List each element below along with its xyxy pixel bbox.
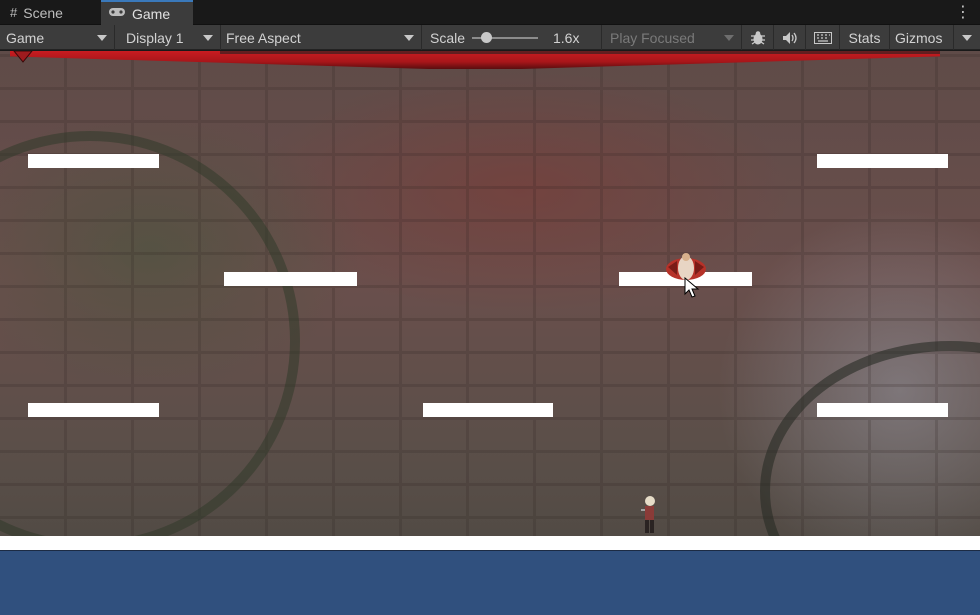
bug-button[interactable] bbox=[742, 25, 774, 50]
scale-control: Scale 1.6x bbox=[422, 25, 602, 50]
keyboard-button[interactable] bbox=[806, 25, 840, 50]
tab-game[interactable]: Game bbox=[101, 0, 193, 25]
platform bbox=[224, 272, 357, 286]
platform bbox=[28, 154, 159, 168]
play-mode-dropdown[interactable]: Play Focused bbox=[602, 25, 742, 50]
display-mode-label: Game bbox=[6, 29, 45, 46]
aspect-label: Free Aspect bbox=[226, 29, 301, 46]
platform bbox=[817, 154, 948, 168]
health-bar-outline bbox=[220, 51, 940, 54]
stats-button[interactable]: Stats bbox=[840, 25, 890, 50]
ground-platform bbox=[0, 536, 980, 550]
chevron-down-icon bbox=[404, 35, 414, 41]
stats-label: Stats bbox=[848, 29, 881, 46]
scale-value: 1.6x bbox=[553, 29, 580, 46]
speaker-icon bbox=[782, 31, 797, 44]
chevron-down-icon bbox=[203, 35, 213, 41]
tab-scene[interactable]: # Scene bbox=[0, 0, 100, 25]
platform bbox=[423, 403, 553, 417]
display-dropdown[interactable]: Display 1 bbox=[115, 25, 221, 50]
game-viewport[interactable] bbox=[0, 51, 980, 615]
water-area bbox=[0, 550, 980, 615]
more-options-icon[interactable]: ⋮ bbox=[955, 2, 971, 22]
aspect-dropdown[interactable]: Free Aspect bbox=[221, 25, 422, 50]
scale-label: Scale bbox=[430, 29, 466, 46]
play-mode-label: Play Focused bbox=[610, 29, 695, 46]
scale-slider-handle[interactable] bbox=[481, 32, 492, 43]
platform bbox=[28, 403, 159, 417]
game-view-toolbar: Game Display 1 Free Aspect Scale 1.6x Pl… bbox=[0, 25, 980, 50]
editor-tab-bar: # Scene Game ⋮ bbox=[0, 0, 980, 25]
tab-game-label: Game bbox=[132, 5, 171, 22]
mute-audio-button[interactable] bbox=[774, 25, 806, 50]
gizmos-button[interactable]: Gizmos bbox=[890, 25, 954, 50]
platform bbox=[817, 403, 948, 417]
chevron-down-icon bbox=[97, 35, 107, 41]
player-character-sprite bbox=[641, 496, 655, 533]
tab-scene-label: Scene bbox=[23, 4, 63, 21]
mouse-cursor-icon bbox=[684, 277, 700, 298]
grid-icon: # bbox=[10, 5, 18, 20]
display-mode-dropdown[interactable]: Game bbox=[0, 25, 115, 50]
heart-icon bbox=[13, 51, 33, 63]
display-label: Display 1 bbox=[126, 29, 184, 46]
gizmos-dropdown[interactable] bbox=[954, 25, 980, 50]
gamepad-icon bbox=[108, 6, 126, 21]
bug-icon bbox=[750, 30, 765, 45]
keyboard-icon bbox=[813, 31, 832, 44]
chevron-down-icon bbox=[724, 35, 734, 41]
gizmos-label: Gizmos bbox=[895, 29, 943, 46]
chevron-down-icon bbox=[962, 35, 972, 41]
